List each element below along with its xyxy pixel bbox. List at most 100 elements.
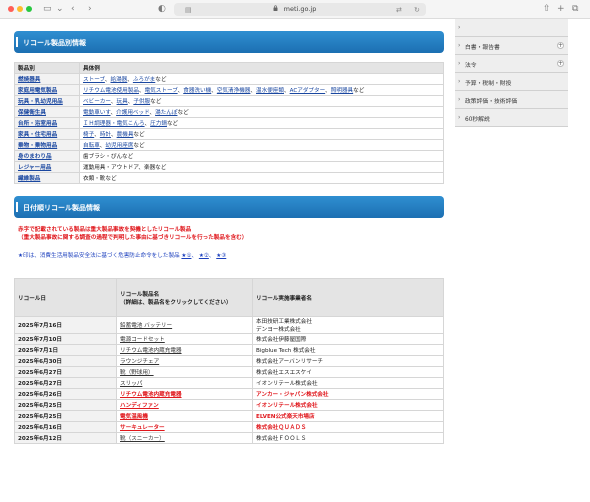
- section-title: リコール製品別情報: [23, 39, 86, 47]
- example-link[interactable]: 圧力鍋: [150, 121, 167, 127]
- company-name: 本田技研工業株式会社 デンヨー株式会社: [252, 316, 444, 334]
- recall-date: 2025年6月25日: [14, 410, 117, 422]
- company-name: 株式会社アーバンリサーチ: [252, 355, 444, 367]
- sidebar-item[interactable]: › 政策評価・技術評価: [455, 91, 568, 109]
- example-link: 歯ブラシ・ぴんなど: [83, 154, 134, 160]
- expand-icon[interactable]: +: [557, 42, 564, 49]
- sidebar-item[interactable]: › 法令 +: [455, 55, 568, 73]
- example-link[interactable]: 照明器具: [331, 88, 353, 94]
- example-link[interactable]: ストーブ: [83, 77, 105, 83]
- shield-icon[interactable]: ◐: [158, 4, 166, 14]
- sidebar-item-label: 白書・報告書: [465, 45, 500, 51]
- example-suffix: など: [150, 99, 162, 105]
- expand-icon[interactable]: +: [557, 60, 564, 67]
- main-content: リコール製品別情報 製品別 具体例 燃焼器具 ストーブ、給湯器、ふろがまなど 家庭用…: [14, 19, 444, 444]
- order-link-2[interactable]: ★②: [199, 253, 209, 259]
- sidebar-toggle-icon[interactable]: ▭: [43, 4, 52, 14]
- close-window-button[interactable]: [8, 6, 14, 12]
- category-link[interactable]: 乗物・乗物用品: [18, 143, 57, 149]
- example-link[interactable]: ふろがま: [133, 77, 155, 83]
- order-link-1[interactable]: ★①: [181, 253, 191, 259]
- company-name: イオンリテール株式会社: [252, 399, 444, 411]
- example-link[interactable]: ACアダプター: [290, 88, 326, 94]
- example-link[interactable]: 電動車いす: [83, 110, 111, 116]
- category-link[interactable]: 繊維製品: [18, 176, 40, 182]
- minimize-window-button[interactable]: [17, 6, 23, 12]
- examples-cell: 運動用具・アウトドア、楽器など: [79, 161, 444, 173]
- order-link-3[interactable]: ★③: [216, 253, 226, 259]
- category-link[interactable]: 玩具・乳幼児用品: [18, 99, 63, 105]
- example-link[interactable]: ベビーカー: [83, 99, 111, 105]
- product-link[interactable]: リチウム電池内蔵充電器: [120, 348, 182, 354]
- product-link[interactable]: ラウンジチェア: [120, 359, 159, 365]
- example-link[interactable]: 食器洗い機: [183, 88, 211, 94]
- sidebar-item[interactable]: ›: [455, 19, 568, 37]
- tab-overview-icon[interactable]: ⧉: [572, 4, 578, 14]
- example-link[interactable]: 湯たんぽ: [155, 110, 177, 116]
- back-icon[interactable]: ‹: [71, 4, 75, 14]
- sidebar-item[interactable]: › 白書・報告書 +: [455, 37, 568, 55]
- page-icon[interactable]: ▤: [185, 6, 192, 14]
- category-link[interactable]: 台所・浴室用品: [18, 121, 57, 127]
- recall-date: 2025年6月30日: [14, 355, 117, 367]
- example-link[interactable]: 時計: [100, 132, 111, 138]
- browser-toolbar: ▭ ⌄ ‹ › ◐ meti.go.jp ▤ ⇄ ↻ ⇧ + ⧉: [0, 0, 590, 19]
- example-link[interactable]: 電気ストーブ: [145, 88, 178, 94]
- category-link[interactable]: 保健衛生具: [18, 110, 46, 116]
- category-link[interactable]: 燃焼器具: [18, 77, 40, 83]
- product-link[interactable]: リチウム電池内蔵充電器: [120, 392, 182, 398]
- share-icon[interactable]: ⇧: [543, 4, 551, 14]
- sidebar-item[interactable]: › 60秒解説: [455, 109, 568, 127]
- category-cell: レジャー用品: [14, 161, 80, 173]
- chevron-down-icon[interactable]: ⌄: [56, 4, 64, 14]
- product-link[interactable]: 靴（野球用）: [120, 370, 154, 376]
- zoom-window-button[interactable]: [26, 6, 32, 12]
- recall-date: 2025年7月10日: [14, 333, 117, 345]
- example-link[interactable]: 子供服: [133, 99, 150, 105]
- new-tab-icon[interactable]: +: [557, 4, 565, 14]
- product-link[interactable]: スリッパ: [120, 381, 142, 387]
- examples-cell: 歯ブラシ・ぴんなど: [79, 150, 444, 162]
- window-controls: [8, 6, 35, 14]
- product-link[interactable]: ハンディファン: [120, 403, 159, 409]
- product-cell: リチウム電池内蔵充電器: [116, 388, 253, 400]
- example-link[interactable]: 温水便座類: [256, 88, 284, 94]
- product-cell: リチウム電池内蔵充電器: [116, 344, 253, 356]
- example-link[interactable]: 空気清浄機器: [217, 88, 251, 94]
- product-cell: 電気温風機: [116, 410, 253, 422]
- recall-row: 2025年7月1日 リチウム電池内蔵充電器 Bigblue Tech 株式会社: [14, 344, 444, 356]
- category-cell: 家具・住宅用品: [14, 128, 80, 140]
- product-link[interactable]: サーキュレーター: [120, 425, 165, 431]
- product-cell: 電源コードセット: [116, 333, 253, 345]
- reload-icon[interactable]: ↻: [414, 6, 420, 14]
- product-link[interactable]: 電源コードセット: [120, 337, 165, 343]
- forward-icon[interactable]: ›: [88, 4, 92, 14]
- example-link: 衣類・靴など: [83, 176, 117, 182]
- example-link[interactable]: 玩具: [117, 99, 128, 105]
- product-cell: 靴（スニーカー）: [116, 432, 253, 444]
- recall-row: 2025年6月26日 リチウム電池内蔵充電器 アンカー・ジャパン株式会社: [14, 388, 444, 400]
- chevron-right-icon: ›: [458, 60, 461, 67]
- company-name: 株式会社ＦＯＯＬＳ: [252, 432, 444, 444]
- example-link[interactable]: 給湯器: [110, 77, 127, 83]
- sidebar-item[interactable]: › 予算・税制・財投: [455, 73, 568, 91]
- example-link[interactable]: ＩＨ調理器・電気こんろ: [83, 121, 145, 127]
- example-link[interactable]: 幼児用座席: [105, 143, 133, 149]
- category-link[interactable]: 家具・住宅用品: [18, 132, 57, 138]
- examples-cell: 椅子、時計、農機具など: [79, 128, 444, 140]
- example-link[interactable]: 自転車: [83, 143, 100, 149]
- address-bar[interactable]: meti.go.jp ▤ ⇄ ↻: [174, 3, 426, 16]
- translate-icon[interactable]: ⇄: [396, 6, 402, 14]
- example-link[interactable]: 介護用ベッド: [116, 110, 149, 116]
- product-link[interactable]: 鉛蓄電池 バッテリー: [120, 323, 172, 329]
- category-link[interactable]: レジャー用品: [18, 165, 51, 171]
- product-link[interactable]: 電気温風機: [120, 414, 148, 420]
- recall-row: 2025年6月30日 ラウンジチェア 株式会社アーバンリサーチ: [14, 355, 444, 367]
- example-link[interactable]: 椅子: [83, 132, 94, 138]
- example-link[interactable]: 農機具: [117, 132, 134, 138]
- product-link[interactable]: 靴（スニーカー）: [120, 436, 165, 442]
- category-row: 玩具・乳幼児用品 ベビーカー、玩具、子供服など: [14, 95, 444, 107]
- example-link[interactable]: リチウム電池使用製品: [83, 88, 139, 94]
- category-link[interactable]: 家庭用電気製品: [18, 88, 57, 94]
- category-link[interactable]: 身のまわり品: [18, 154, 52, 160]
